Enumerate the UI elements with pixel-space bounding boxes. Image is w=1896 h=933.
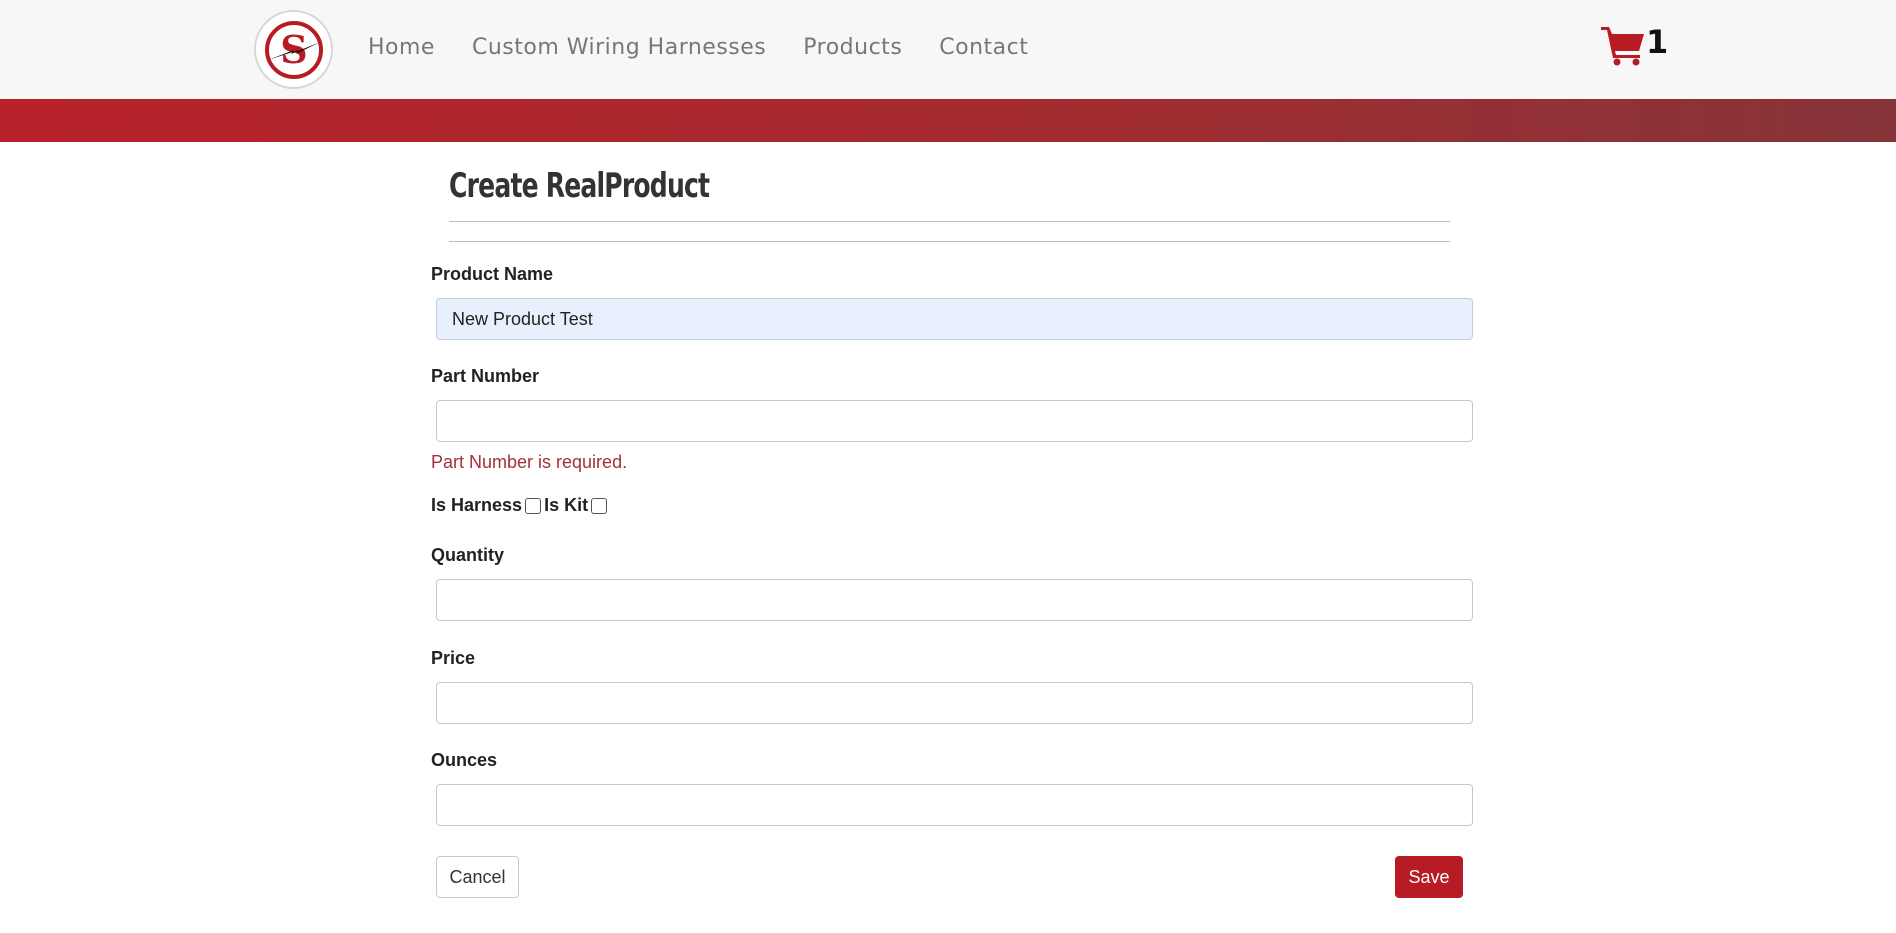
shopping-cart-icon <box>1601 27 1644 66</box>
header-accent-band <box>0 99 1896 142</box>
product-name-label: Product Name <box>431 264 554 284</box>
top-navbar: S Home Custom Wiring Harnesses Products … <box>0 0 1896 99</box>
main-nav: Home Custom Wiring Harnesses Products Co… <box>368 30 1065 66</box>
quantity-input[interactable] <box>436 579 1473 621</box>
quantity-label: Quantity <box>431 545 505 565</box>
checkbox-row: Is Harness Is Kit <box>431 495 610 516</box>
ounces-input[interactable] <box>436 784 1473 826</box>
brand-logo[interactable]: S <box>254 10 333 89</box>
is-kit-label: Is Kit <box>544 495 589 515</box>
page-title: Create RealProduct <box>449 166 710 206</box>
part-number-input[interactable] <box>436 400 1473 442</box>
nav-home-link[interactable]: Home <box>368 30 435 66</box>
price-input[interactable] <box>436 682 1473 724</box>
nav-contact-link[interactable]: Contact <box>939 30 1028 66</box>
cart-button[interactable]: 1 <box>1600 24 1668 66</box>
lightning-s-logo-icon: S <box>264 20 323 79</box>
save-button[interactable]: Save <box>1395 856 1463 898</box>
part-number-label: Part Number <box>431 366 540 386</box>
title-divider-top <box>449 221 1450 222</box>
is-harness-label: Is Harness <box>431 495 523 515</box>
ounces-label: Ounces <box>431 750 498 770</box>
title-divider-bottom <box>449 241 1450 242</box>
cart-count-badge: 1 <box>1646 23 1669 61</box>
price-label: Price <box>431 648 476 668</box>
nav-custom-wiring-harnesses-link[interactable]: Custom Wiring Harnesses <box>472 30 766 66</box>
cancel-button[interactable]: Cancel <box>436 856 519 898</box>
nav-products-link[interactable]: Products <box>803 30 902 66</box>
is-harness-checkbox[interactable] <box>525 497 542 514</box>
is-kit-checkbox[interactable] <box>591 497 608 514</box>
product-name-input[interactable]: New Product Test <box>436 298 1473 340</box>
part-number-error: Part Number is required. <box>431 452 628 472</box>
